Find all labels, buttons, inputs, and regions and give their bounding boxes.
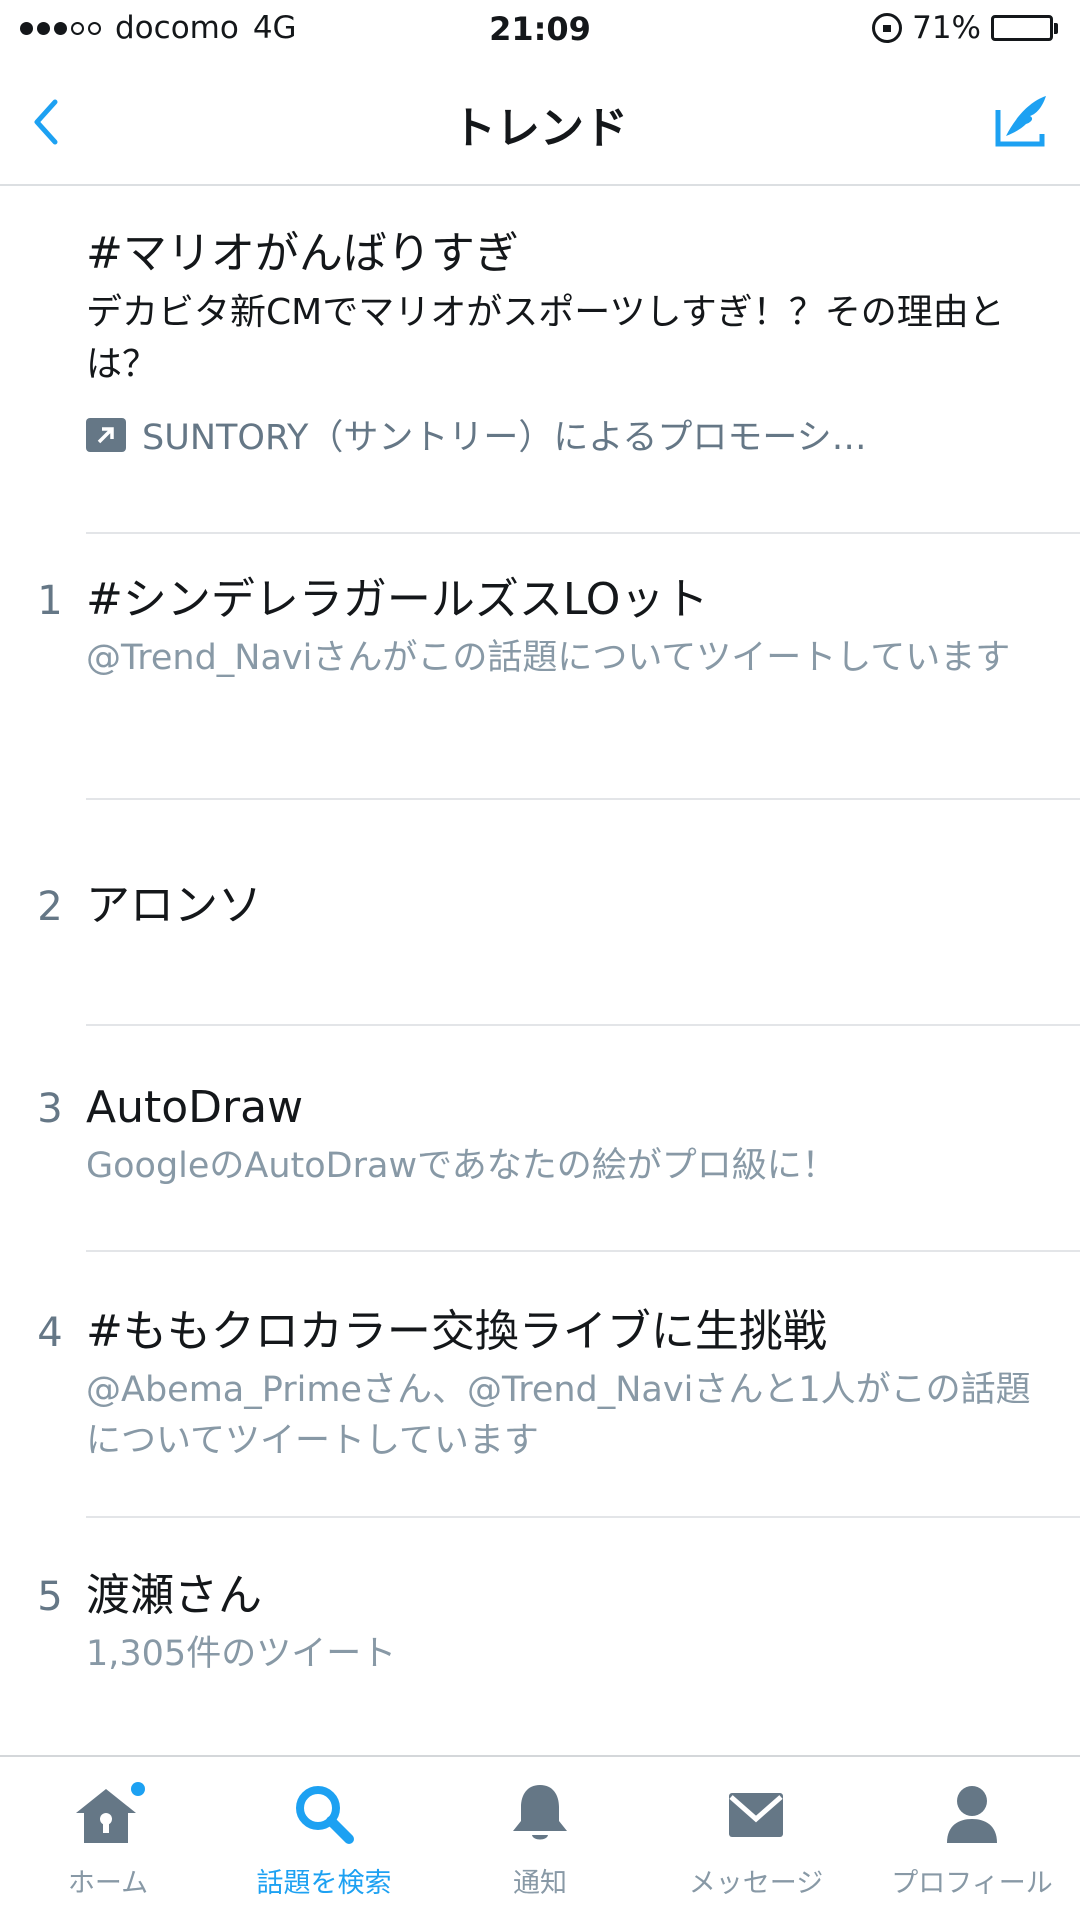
rotation-lock-icon (872, 13, 903, 43)
tab-messages[interactable]: メッセージ (648, 1757, 864, 1922)
status-bar: docomo 4G 21:09 71% (0, 0, 1080, 62)
home-icon (76, 1782, 145, 1843)
navigation-bar: トレンド (0, 62, 1080, 186)
trend-subtitle: 1,305件のツイート (86, 1633, 397, 1674)
trend-row-3[interactable]: 3 AutoDraw GoogleのAutoDrawであなたの絵がプロ級に！ (37, 1026, 1080, 1252)
tab-label: 通知 (513, 1868, 567, 1899)
compose-tweet-icon (995, 96, 1046, 147)
promoted-by-text: SUNTORY（サントリー）によるプロモーシ… (142, 418, 867, 459)
trend-rank: 5 (37, 1574, 63, 1620)
tab-search[interactable]: 話題を検索 (216, 1757, 432, 1922)
trend-title: 渡瀬さん (86, 1570, 262, 1621)
promoted-icon (86, 417, 126, 452)
trend-rank: 2 (37, 884, 63, 930)
trend-row-2[interactable]: 2 アロンソ (37, 800, 1080, 1026)
trend-title: #マリオがんばりすぎ (86, 228, 519, 279)
tab-bar: ホーム 話題を検索 通知 メッセージ プロフィール (0, 1755, 1080, 1922)
compose-tweet-button[interactable] (986, 84, 1058, 156)
promoted-trend[interactable]: #マリオがんばりすぎ デカビタ新CMでマリオがスポーツしすぎ！？その理由とは？ … (86, 186, 1080, 534)
bell-icon (513, 1785, 567, 1840)
page-title: トレンド (452, 103, 628, 154)
tab-label: ホーム (67, 1868, 149, 1899)
trend-list: #マリオがんばりすぎ デカビタ新CMでマリオがスポーツしすぎ！？その理由とは？ … (0, 186, 1080, 1738)
tab-profile[interactable]: プロフィール (864, 1757, 1080, 1922)
tab-label: 話題を検索 (256, 1868, 392, 1899)
trend-subtitle: @Trend_Naviさんがこの話題についてツイートしています (86, 637, 1011, 678)
search-icon (296, 1786, 354, 1844)
trend-rank: 4 (37, 1310, 63, 1356)
trend-subtitle: GoogleのAutoDrawであなたの絵がプロ級に！ (86, 1145, 837, 1186)
tab-label: プロフィール (891, 1868, 1053, 1899)
trend-rank: 3 (37, 1086, 63, 1132)
trend-title: #ももクロカラー交換ライブに生挑戦 (86, 1306, 827, 1357)
tab-notifications[interactable]: 通知 (432, 1757, 648, 1922)
battery-icon (991, 15, 1058, 41)
status-right: 71% (872, 10, 1058, 46)
trend-title: #シンデレラガールズスLOット (86, 574, 709, 625)
trend-description: デカビタ新CMでマリオがスポーツしすぎ！？その理由とは？ (86, 291, 1005, 385)
trend-title: AutoDraw (86, 1082, 304, 1133)
trend-title: アロンソ (86, 880, 262, 931)
promoted-label: SUNTORY（サントリー）によるプロモーシ… (86, 409, 1080, 460)
profile-icon (947, 1786, 997, 1843)
trend-subtitle: @Abema_Primeさん、@Trend_Naviさんと1人がこの話題について… (86, 1369, 1031, 1461)
tab-home[interactable]: ホーム (0, 1757, 216, 1922)
tab-label: メッセージ (688, 1868, 824, 1899)
trend-row-5[interactable]: 5 渡瀬さん 1,305件のツイート (37, 1518, 1080, 1738)
trend-row-4[interactable]: 4 #ももクロカラー交換ライブに生挑戦 @Abema_Primeさん、@Tren… (37, 1252, 1080, 1518)
envelope-icon (729, 1793, 783, 1837)
trend-row-1[interactable]: 1 #シンデレラガールズスLOット @Trend_Naviさんがこの話題について… (37, 534, 1080, 800)
battery-percent: 71% (912, 10, 981, 46)
trend-rank: 1 (37, 578, 63, 624)
